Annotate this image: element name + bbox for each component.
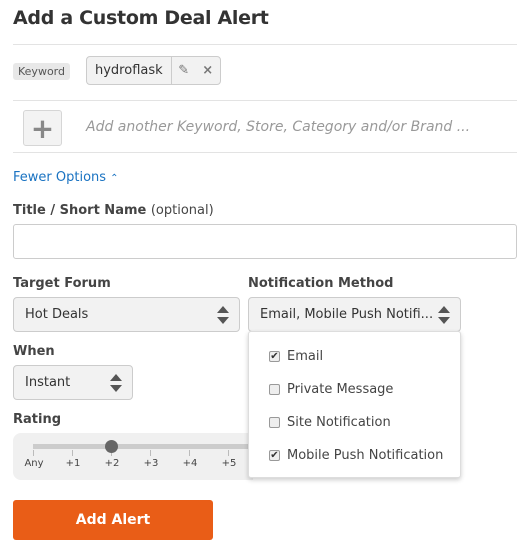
add-alert-button[interactable]: Add Alert xyxy=(13,500,213,540)
when-value: Instant xyxy=(25,375,71,390)
slider-tick xyxy=(150,450,151,456)
notification-label: Notification Method xyxy=(248,276,394,291)
slider-tick-label: +5 xyxy=(221,458,237,469)
option-private-message[interactable]: Private Message xyxy=(269,382,393,397)
select-arrows-icon xyxy=(110,374,122,392)
option-site-notification[interactable]: Site Notification xyxy=(269,415,391,430)
checkbox[interactable] xyxy=(269,384,280,395)
checkbox[interactable]: ✔ xyxy=(269,450,280,461)
option-label: Mobile Push Notification xyxy=(287,448,444,463)
checkbox[interactable]: ✔ xyxy=(269,351,280,362)
select-arrows-icon xyxy=(438,306,450,324)
slider-tick-label: +3 xyxy=(143,458,159,469)
slider-tick xyxy=(33,450,34,456)
close-icon[interactable]: × xyxy=(196,63,220,78)
divider xyxy=(13,44,517,45)
target-forum-select[interactable]: Hot Deals xyxy=(13,297,240,332)
when-label: When xyxy=(13,344,55,359)
page-title: Add a Custom Deal Alert xyxy=(13,7,269,29)
option-label: Email xyxy=(287,349,324,364)
title-label-text: Title / Short Name xyxy=(13,203,147,218)
fewer-options-link[interactable]: Fewer Options ⌃ xyxy=(13,170,119,185)
add-keyword-button[interactable]: + xyxy=(23,110,62,146)
checkbox[interactable] xyxy=(269,417,280,428)
slider-tick-label: +4 xyxy=(182,458,198,469)
optional-hint: (optional) xyxy=(150,203,214,218)
plus-icon: + xyxy=(30,111,55,145)
select-arrows-icon xyxy=(217,306,229,324)
slider-tick-label: Any xyxy=(24,458,44,469)
chevron-up-icon: ⌃ xyxy=(110,173,119,184)
target-forum-label: Target Forum xyxy=(13,276,111,291)
option-label: Site Notification xyxy=(287,415,391,430)
slider-thumb[interactable] xyxy=(105,440,118,453)
notification-dropdown: ✔ Email Private Message Site Notification… xyxy=(248,331,461,478)
keyword-chip: hydroflask ✎ × xyxy=(86,56,221,85)
keyword-type-badge: Keyword xyxy=(13,63,70,80)
keyword-value: hydroflask xyxy=(87,57,172,84)
option-mobile-push[interactable]: ✔ Mobile Push Notification xyxy=(269,448,443,463)
rating-slider[interactable]: Any +1 +2 +3 +4 +5 xyxy=(13,433,253,480)
rating-label: Rating xyxy=(13,412,62,427)
divider xyxy=(13,152,517,153)
slider-tick xyxy=(189,450,190,456)
target-forum-value: Hot Deals xyxy=(25,307,89,322)
slider-tick-label: +2 xyxy=(104,458,120,469)
add-keyword-input[interactable]: Add another Keyword, Store, Category and… xyxy=(86,119,470,135)
title-input[interactable] xyxy=(13,224,517,259)
pencil-icon[interactable]: ✎ xyxy=(172,63,196,78)
notification-select[interactable]: Email, Mobile Push Notifi... xyxy=(248,297,461,332)
slider-tick xyxy=(228,450,229,456)
fewer-options-label: Fewer Options xyxy=(13,170,107,185)
option-label: Private Message xyxy=(287,382,394,397)
title-label: Title / Short Name (optional) xyxy=(13,203,214,218)
slider-tick-label: +1 xyxy=(65,458,81,469)
notification-value: Email, Mobile Push Notifi... xyxy=(260,307,434,322)
slider-track[interactable] xyxy=(33,444,253,449)
option-email[interactable]: ✔ Email xyxy=(269,349,323,364)
divider xyxy=(13,100,517,101)
slider-tick xyxy=(72,450,73,456)
when-select[interactable]: Instant xyxy=(13,365,133,400)
